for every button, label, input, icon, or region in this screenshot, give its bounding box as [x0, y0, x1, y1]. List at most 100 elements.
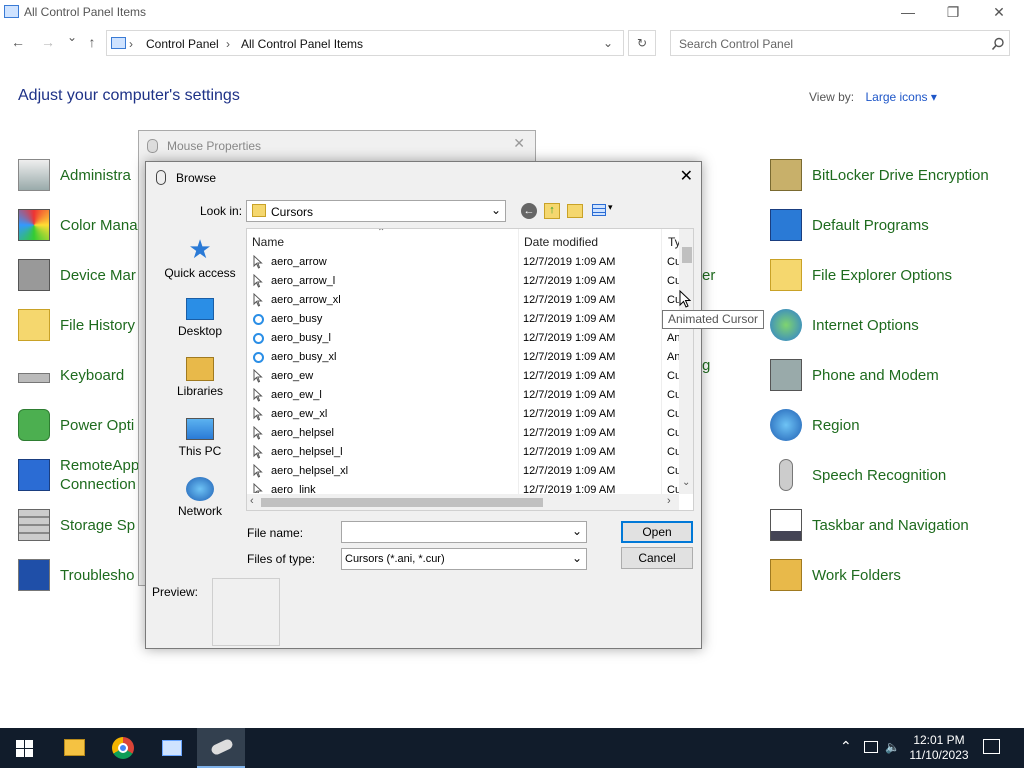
tooltip: Animated Cursor	[662, 310, 765, 329]
refresh-button[interactable]: ↻	[628, 30, 656, 56]
list-item[interactable]: aero_arrow 12/7/2019 1:09 AM Cu	[247, 253, 679, 272]
list-item[interactable]: aero_busy_l 12/7/2019 1:09 AM An	[247, 329, 679, 348]
list-item[interactable]: aero_ew_xl 12/7/2019 1:09 AM Cu	[247, 405, 679, 424]
column-header-date[interactable]: Date modified	[519, 229, 661, 253]
new-folder-icon[interactable]	[567, 204, 583, 218]
cp-item-internet-options[interactable]: Internet Options	[770, 305, 919, 345]
list-item[interactable]: aero_helpsel_xl 12/7/2019 1:09 AM Cu	[247, 462, 679, 481]
view-menu-icon[interactable]: ▾	[592, 202, 616, 218]
back-button[interactable]: ←	[8, 34, 28, 50]
open-button[interactable]: Open	[621, 521, 693, 543]
taskbar-clock[interactable]: 12:01 PM 11/10/2023	[906, 733, 972, 763]
breadcrumb-separator: ›	[226, 37, 230, 51]
cp-item-partial[interactable]: er	[702, 267, 715, 284]
mouse-dialog-close-button[interactable]: ✕	[513, 135, 525, 152]
list-item[interactable]: aero_link 12/7/2019 1:09 AM Cu	[247, 481, 679, 493]
cp-item-troubleshooting[interactable]: Troublesho	[18, 555, 135, 595]
cp-item-file-history[interactable]: File History	[18, 305, 135, 345]
view-by-dropdown[interactable]: Large icons ▾	[865, 90, 936, 104]
up-button[interactable]: ↑	[82, 34, 102, 50]
cp-item-default-programs[interactable]: Default Programs	[770, 205, 929, 245]
cp-item-power-options[interactable]: Power Opti	[18, 405, 134, 445]
cp-item-work-folders[interactable]: Work Folders	[770, 555, 901, 595]
taskbar-file-explorer[interactable]	[50, 728, 98, 768]
bitlocker-icon	[770, 159, 802, 191]
notifications-icon[interactable]	[983, 739, 1000, 754]
file-date: 12/7/2019 1:09 AM	[523, 256, 616, 268]
taskbar-chrome[interactable]	[99, 728, 147, 768]
chevron-down-icon[interactable]: ⌄	[491, 203, 501, 217]
look-in-dropdown[interactable]: Cursors ⌄	[246, 200, 506, 222]
search-placeholder: Search Control Panel	[679, 37, 794, 51]
chevron-down-icon[interactable]: ⌄	[603, 36, 613, 50]
keyboard-icon	[18, 373, 50, 383]
list-item[interactable]: aero_ew 12/7/2019 1:09 AM Cu	[247, 367, 679, 386]
list-item[interactable]: aero_helpsel_l 12/7/2019 1:09 AM Cu	[247, 443, 679, 462]
recent-locations-button[interactable]: ⌄	[62, 30, 82, 44]
breadcrumb-all-items[interactable]: All Control Panel Items	[241, 37, 363, 51]
cp-item-bitlocker[interactable]: BitLocker Drive Encryption	[770, 155, 989, 195]
search-input[interactable]: Search Control Panel	[670, 30, 1010, 56]
place-network[interactable]: Network	[154, 474, 246, 534]
cp-item-storage-spaces[interactable]: Storage Sp	[18, 505, 135, 545]
list-item[interactable]: aero_ew_l 12/7/2019 1:09 AM Cu	[247, 386, 679, 405]
breadcrumb-separator: ›	[129, 37, 133, 51]
cp-item-device-manager[interactable]: Device Mar	[18, 255, 136, 295]
minimize-button[interactable]: —	[885, 2, 931, 24]
cp-item-region[interactable]: Region	[770, 405, 860, 445]
chevron-down-icon[interactable]: ⌄	[682, 477, 690, 488]
search-icon[interactable]	[991, 37, 1005, 51]
breadcrumb-control-panel[interactable]: Control Panel	[146, 37, 219, 51]
chevron-right-icon[interactable]: ›	[667, 495, 671, 507]
vertical-scrollbar[interactable]: ⌄	[679, 229, 693, 494]
file-explorer-options-icon	[770, 259, 802, 291]
place-this-pc[interactable]: This PC	[154, 414, 246, 474]
place-quick-access[interactable]: ★ Quick access	[154, 234, 246, 294]
list-item[interactable]: aero_arrow_xl 12/7/2019 1:09 AM Cu	[247, 291, 679, 310]
back-arrow-icon[interactable]: ←	[521, 203, 537, 219]
sort-up-icon: ⌃	[377, 228, 386, 238]
list-item[interactable]: aero_helpsel 12/7/2019 1:09 AM Cu	[247, 424, 679, 443]
close-button[interactable]: ✕	[976, 2, 1022, 24]
scrollbar-thumb[interactable]	[261, 498, 543, 507]
cp-item-taskbar-navigation[interactable]: Taskbar and Navigation	[770, 505, 969, 545]
start-button[interactable]	[0, 728, 48, 768]
file-date: 12/7/2019 1:09 AM	[523, 427, 616, 439]
place-desktop[interactable]: Desktop	[154, 294, 246, 354]
file-name-input[interactable]: ⌄	[341, 521, 587, 543]
cp-item-remoteapp[interactable]: RemoteApp Connection	[18, 455, 139, 495]
cp-item-partial[interactable]: g	[702, 357, 710, 374]
place-libraries[interactable]: Libraries	[154, 354, 246, 414]
chevron-down-icon[interactable]: ⌄	[572, 551, 582, 565]
files-of-type-dropdown[interactable]: Cursors (*.ani, *.cur) ⌄	[341, 548, 587, 570]
file-list[interactable]: Name ⌃ Date modified Ty aero_arrow 12/7/20…	[246, 228, 694, 511]
cp-item-administrative-tools[interactable]: Administra	[18, 155, 131, 195]
cp-item-speech-recognition[interactable]: Speech Recognition	[770, 455, 946, 495]
cp-item-phone-and-modem[interactable]: Phone and Modem	[770, 355, 939, 395]
horizontal-scrollbar[interactable]: ‹ ›	[247, 494, 679, 510]
scrollbar-thumb[interactable]	[682, 247, 692, 263]
chevron-down-icon[interactable]: ⌄	[572, 524, 582, 538]
chevron-left-icon[interactable]: ‹	[250, 495, 254, 507]
taskbar-mouse-properties[interactable]	[197, 728, 245, 768]
list-item[interactable]: aero_busy_xl 12/7/2019 1:09 AM An	[247, 348, 679, 367]
list-item[interactable]: aero_busy12/7/2019 1:09 AMAn	[247, 310, 679, 329]
chevron-up-icon[interactable]: ⌃	[840, 738, 852, 755]
file-date: 12/7/2019 1:09 AM	[523, 313, 616, 325]
taskbar-control-panel[interactable]	[148, 728, 196, 768]
file-type: Cu	[667, 427, 679, 439]
address-bar[interactable]: › Control Panel › All Control Panel Item…	[106, 30, 624, 56]
cancel-button[interactable]: Cancel	[621, 547, 693, 569]
browse-close-button[interactable]: ✕	[680, 166, 693, 186]
file-date: 12/7/2019 1:09 AM	[523, 389, 616, 401]
cp-item-file-explorer-options[interactable]: File Explorer Options	[770, 255, 952, 295]
forward-button[interactable]: →	[38, 34, 58, 50]
cp-item-color-management[interactable]: Color Mana	[18, 205, 138, 245]
volume-icon[interactable]: 🔈	[885, 740, 900, 754]
list-item[interactable]: aero_arrow_l 12/7/2019 1:09 AM Cu	[247, 272, 679, 291]
column-header-name[interactable]: Name ⌃	[247, 229, 519, 253]
network-icon[interactable]	[864, 741, 878, 753]
up-folder-icon[interactable]: ↑	[544, 203, 560, 219]
cp-item-keyboard[interactable]: Keyboard	[18, 355, 124, 395]
maximize-button[interactable]: ❐	[930, 2, 976, 24]
